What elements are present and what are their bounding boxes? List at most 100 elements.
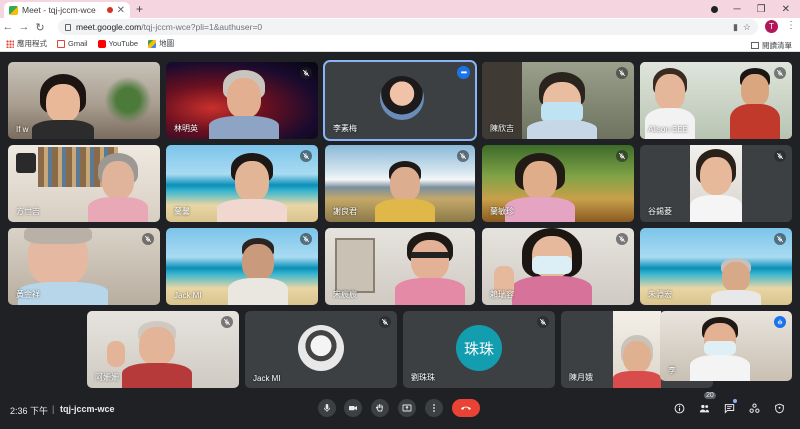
meeting-details-button[interactable] xyxy=(672,401,686,415)
lock-icon[interactable] xyxy=(65,23,71,31)
participant-tile[interactable]: Jack MI xyxy=(245,311,397,388)
participant-tile[interactable]: 朱淵宏 xyxy=(640,228,792,305)
reading-list-button[interactable]: 閱讀清單 xyxy=(751,40,792,51)
people-icon xyxy=(699,404,709,412)
chat-button[interactable] xyxy=(722,401,736,415)
host-controls-button[interactable] xyxy=(772,401,786,415)
participant-tile[interactable]: 蘭敏珍 xyxy=(482,145,634,222)
participant-video xyxy=(375,161,435,222)
close-tab-icon[interactable]: ✕ xyxy=(117,5,125,16)
participant-tile[interactable]: Jack MI xyxy=(166,228,318,305)
participant-name: 朱淵宏 xyxy=(648,290,672,299)
more-options-button[interactable] xyxy=(425,399,443,417)
participant-name: 方世吉 xyxy=(16,207,40,216)
participant-name: 賴瑞容 xyxy=(490,290,514,299)
reading-list-label: 閱讀清單 xyxy=(762,41,792,50)
participant-video xyxy=(613,311,661,388)
minimize-button[interactable]: ─ xyxy=(734,4,741,15)
participant-tile[interactable]: 黃金祥 xyxy=(8,228,160,305)
mic-off-icon xyxy=(774,67,786,79)
participant-initials-avatar: 珠珠 xyxy=(456,325,502,371)
participant-tile[interactable]: If w xyxy=(8,62,160,139)
microphone-button[interactable] xyxy=(318,399,336,417)
participant-tile[interactable]: 林明英 xyxy=(166,62,318,139)
mic-off-icon xyxy=(300,150,312,162)
participant-avatar xyxy=(380,76,424,120)
present-screen-icon xyxy=(402,404,412,412)
participant-tile[interactable]: ••• 李素梅 xyxy=(323,60,477,141)
participant-name: 謝良君 xyxy=(333,207,357,216)
maps-icon xyxy=(148,39,157,48)
participant-video xyxy=(690,145,742,222)
participant-name: 李 xyxy=(668,366,676,375)
participant-tile[interactable]: 謝良君 xyxy=(325,145,475,222)
forward-button[interactable]: → xyxy=(16,21,32,33)
speaking-indicator-icon xyxy=(774,316,786,328)
reload-button[interactable]: ↻ xyxy=(32,21,48,34)
url-host: meet.google.com xyxy=(76,22,142,32)
participant-video xyxy=(505,153,575,222)
meeting-code: tqj-jccm-wce xyxy=(60,404,115,414)
participant-tile[interactable]: 宋宸宸 xyxy=(325,228,475,305)
bookmark-apps[interactable]: 應用程式 xyxy=(6,38,47,49)
mic-off-icon xyxy=(379,316,391,328)
hang-up-icon xyxy=(461,406,471,410)
participant-video xyxy=(527,72,597,139)
participant-video xyxy=(228,238,288,305)
participant-avatar xyxy=(298,325,344,371)
participant-name: 林明英 xyxy=(174,124,198,133)
bookmark-gmail[interactable]: Gmail xyxy=(57,39,88,48)
participant-name: Jack MI xyxy=(174,291,202,300)
present-now-button[interactable] xyxy=(398,399,416,417)
participant-tile[interactable]: 方世吉 xyxy=(8,145,160,222)
participant-video xyxy=(711,258,761,305)
leave-call-button[interactable] xyxy=(452,399,480,417)
raise-hand-icon xyxy=(376,404,383,412)
participant-tile[interactable]: 阿姍姍 xyxy=(87,311,239,388)
participant-tile[interactable]: 陳欣吉 xyxy=(482,62,634,139)
camera-permission-icon[interactable]: ▮ xyxy=(733,22,738,33)
url-path: /tqj-jccm-wce?pli=1&authuser=0 xyxy=(141,22,263,32)
address-bar[interactable]: meet.google.com/tqj-jccm-wce?pli=1&authu… xyxy=(58,19,758,35)
participant-tile[interactable]: 蘭馨 xyxy=(166,145,318,222)
participant-video xyxy=(512,228,592,305)
recording-indicator-icon xyxy=(106,7,113,13)
unread-dot-icon xyxy=(733,399,737,403)
chat-icon xyxy=(724,403,734,414)
bookmark-label: YouTube xyxy=(108,39,139,48)
restore-button[interactable]: ❐ xyxy=(757,4,766,15)
bookmark-star-icon[interactable]: ☆ xyxy=(743,22,751,33)
participant-tile[interactable]: Alison EEE xyxy=(640,62,792,139)
browser-menu-icon[interactable]: ⋮ xyxy=(786,20,796,31)
profile-avatar[interactable]: T xyxy=(765,20,778,33)
mic-off-icon xyxy=(774,233,786,245)
participant-video xyxy=(217,153,287,222)
participant-video xyxy=(730,68,780,139)
bookmark-label: 應用程式 xyxy=(17,39,47,48)
browser-tab[interactable]: Meet - tqj-jccm-wce ✕ xyxy=(4,2,130,18)
participant-name: Jack MI xyxy=(253,374,281,383)
raise-hand-button[interactable] xyxy=(371,399,389,417)
new-tab-button[interactable]: + xyxy=(136,2,143,16)
participant-tile[interactable]: 李 xyxy=(660,311,792,381)
participant-name: 蘭敏珍 xyxy=(490,207,514,216)
bookmarks-bar: 應用程式 Gmail YouTube 地圖 xyxy=(0,36,800,52)
tab-strip: Meet - tqj-jccm-wce ✕ + ─ ❐ ✕ xyxy=(0,0,800,18)
bookmark-maps[interactable]: 地圖 xyxy=(148,38,174,49)
close-window-button[interactable]: ✕ xyxy=(782,4,790,15)
more-options-icon[interactable]: ••• xyxy=(457,66,470,79)
participant-count-badge: 20 xyxy=(704,392,716,399)
participant-video xyxy=(395,232,465,305)
participant-tile[interactable]: 賴瑞容 xyxy=(482,228,634,305)
show-everyone-button[interactable] xyxy=(697,401,711,415)
media-control-icon[interactable] xyxy=(710,5,718,13)
shield-icon xyxy=(774,403,784,413)
bookmark-youtube[interactable]: YouTube xyxy=(97,39,139,48)
participant-name: If w xyxy=(16,125,29,134)
mic-off-icon xyxy=(774,150,786,162)
back-button[interactable]: ← xyxy=(0,21,16,33)
camera-button[interactable] xyxy=(344,399,362,417)
participant-tile[interactable]: 谷錫菱 xyxy=(640,145,792,222)
activities-button[interactable] xyxy=(747,401,761,415)
participant-tile[interactable]: 珠珠 劉珠珠 xyxy=(403,311,555,388)
